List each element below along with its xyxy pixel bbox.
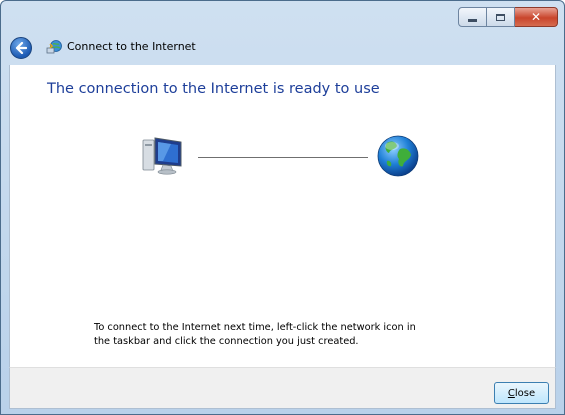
maximize-button[interactable]	[487, 7, 515, 27]
instructions-line-1: To connect to the Internet next time, le…	[94, 322, 416, 333]
back-arrow-icon	[15, 42, 27, 54]
minimize-button[interactable]	[458, 7, 487, 27]
close-icon: ✕	[530, 10, 542, 24]
back-button[interactable]	[10, 37, 32, 59]
globe-icon	[377, 135, 419, 177]
content-area: The connection to the Internet is ready …	[9, 65, 556, 367]
footer-bar: Close	[9, 367, 556, 409]
page-heading: The connection to the Internet is ready …	[47, 81, 380, 97]
instructions-line-2: the taskbar and click the connection you…	[94, 336, 359, 347]
close-window-button[interactable]: ✕	[515, 7, 558, 27]
close-button-accelerator: C	[507, 387, 515, 399]
computer-icon	[142, 137, 182, 175]
caption-buttons: ✕	[458, 7, 558, 27]
close-button[interactable]: Close	[494, 382, 549, 404]
maximize-icon	[496, 13, 505, 21]
minimize-icon	[468, 18, 477, 22]
network-connect-icon	[46, 40, 62, 54]
window-title: Connect to the Internet	[67, 40, 196, 53]
connection-line	[198, 157, 368, 158]
dialog-window: ✕ Connect to the Internet The connection…	[0, 0, 565, 415]
title-bar[interactable]: ✕ Connect to the Internet	[1, 1, 564, 65]
close-button-label: lose	[514, 387, 536, 399]
instructions-text: To connect to the Internet next time, le…	[94, 321, 416, 349]
